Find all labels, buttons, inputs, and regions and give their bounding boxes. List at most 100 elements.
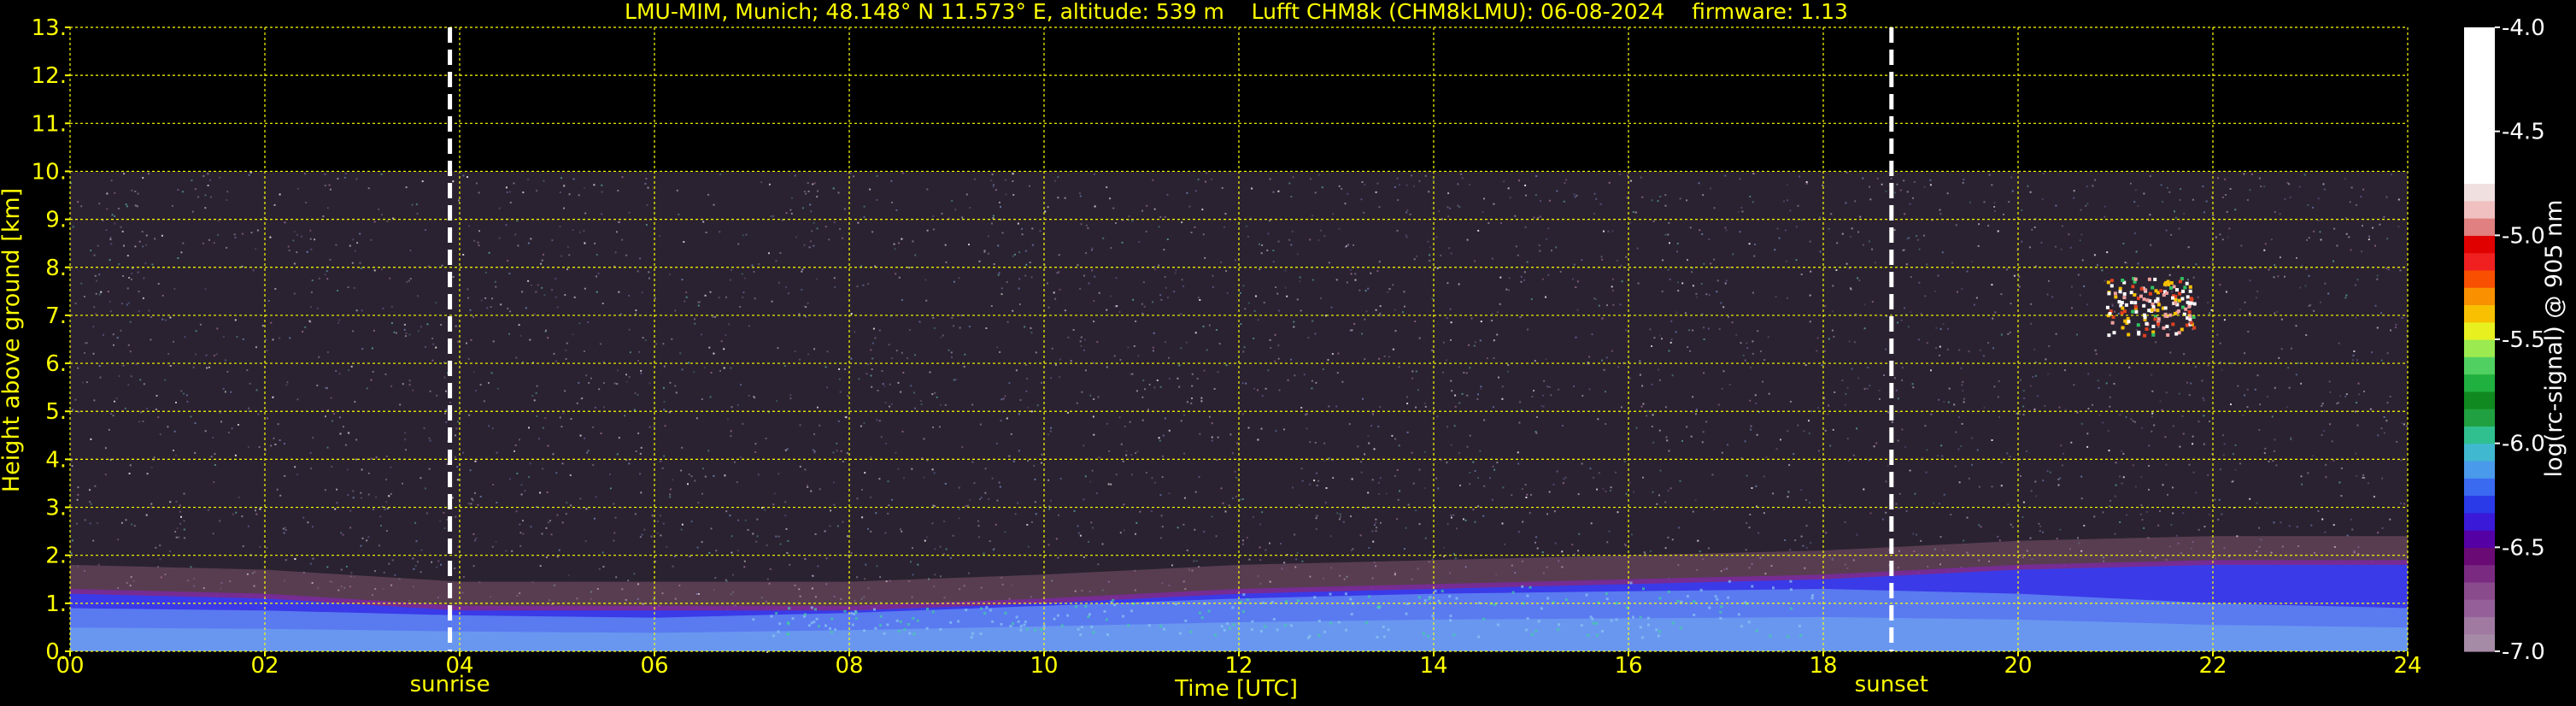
noise-speck bbox=[1863, 244, 1864, 246]
noise-speck bbox=[2344, 297, 2347, 299]
noise-speck bbox=[731, 268, 732, 271]
noise-speck bbox=[563, 185, 566, 187]
noise-speck bbox=[2295, 374, 2297, 376]
noise-speck bbox=[977, 536, 980, 538]
noise-speck bbox=[1523, 279, 1526, 281]
plume-speck bbox=[1667, 590, 1670, 593]
noise-speck bbox=[2172, 512, 2174, 515]
plume-speck bbox=[1657, 634, 1660, 638]
noise-speck bbox=[2274, 438, 2276, 441]
noise-speck bbox=[324, 489, 326, 491]
noise-speck bbox=[1229, 433, 1232, 436]
noise-speck bbox=[411, 203, 414, 206]
noise-speck bbox=[509, 202, 512, 203]
noise-speck bbox=[2381, 527, 2384, 529]
noise-speck bbox=[238, 424, 239, 426]
noise-speck bbox=[920, 403, 923, 405]
noise-speck bbox=[311, 279, 314, 282]
noise-speck bbox=[544, 417, 547, 420]
noise-speck bbox=[2061, 225, 2063, 227]
noise-speck bbox=[1375, 518, 1377, 521]
noise-speck bbox=[989, 540, 991, 543]
noise-speck bbox=[1317, 479, 1320, 482]
noise-speck bbox=[955, 379, 957, 381]
noise-speck bbox=[207, 509, 209, 511]
plume-speck bbox=[1034, 628, 1037, 632]
noise-speck bbox=[336, 488, 338, 491]
noise-speck bbox=[279, 494, 282, 497]
noise-speck bbox=[305, 202, 308, 203]
noise-speck bbox=[2244, 301, 2246, 303]
noise-speck bbox=[964, 353, 966, 356]
noise-speck bbox=[1336, 372, 1339, 374]
plume-speck bbox=[1272, 618, 1276, 621]
noise-speck bbox=[603, 406, 605, 409]
noise-speck bbox=[846, 452, 848, 455]
noise-speck bbox=[1332, 477, 1335, 479]
noise-speck bbox=[628, 328, 631, 331]
cloud-speck bbox=[2131, 285, 2135, 289]
noise-speck bbox=[367, 187, 370, 190]
noise-speck bbox=[2093, 515, 2096, 518]
noise-speck bbox=[1232, 497, 1234, 499]
noise-speck bbox=[2046, 293, 2049, 296]
noise-speck bbox=[1047, 479, 1050, 481]
noise-speck bbox=[663, 455, 666, 457]
noise-speck bbox=[2109, 374, 2111, 377]
noise-speck bbox=[775, 535, 777, 538]
noise-speck bbox=[592, 464, 595, 466]
noise-speck bbox=[1943, 493, 1945, 496]
noise-speck bbox=[89, 522, 91, 525]
noise-speck bbox=[145, 244, 148, 246]
noise-speck bbox=[1091, 469, 1094, 472]
noise-speck bbox=[745, 233, 748, 236]
noise-speck bbox=[522, 520, 524, 522]
noise-speck bbox=[495, 285, 497, 288]
noise-speck bbox=[1142, 281, 1145, 284]
noise-speck bbox=[727, 418, 729, 421]
noise-speck bbox=[808, 246, 811, 249]
noise-speck bbox=[500, 303, 502, 306]
noise-speck bbox=[1354, 273, 1357, 275]
noise-speck bbox=[2070, 441, 2073, 444]
noise-speck bbox=[1697, 539, 1699, 542]
noise-speck bbox=[934, 391, 936, 394]
noise-speck bbox=[1450, 338, 1452, 341]
noise-speck bbox=[971, 403, 974, 406]
plume-speck bbox=[1629, 581, 1633, 585]
noise-speck bbox=[725, 334, 727, 337]
noise-speck bbox=[514, 233, 517, 236]
noise-speck bbox=[1213, 388, 1216, 390]
noise-speck bbox=[1690, 435, 1693, 438]
noise-speck bbox=[2345, 232, 2348, 235]
y-axis-label: Height above ground [km] bbox=[0, 188, 25, 492]
noise-speck bbox=[157, 416, 160, 419]
noise-speck bbox=[361, 537, 364, 539]
noise-speck bbox=[1649, 328, 1652, 331]
noise-speck bbox=[1123, 529, 1125, 532]
noise-speck bbox=[415, 540, 418, 543]
noise-speck bbox=[1694, 499, 1697, 502]
noise-speck bbox=[1241, 382, 1244, 385]
noise-speck bbox=[1174, 272, 1177, 274]
noise-speck bbox=[1078, 192, 1081, 195]
noise-speck bbox=[1895, 503, 1898, 505]
noise-speck bbox=[1718, 328, 1721, 330]
noise-speck bbox=[2121, 482, 2123, 485]
noise-speck bbox=[1749, 196, 1752, 197]
noise-speck bbox=[1853, 341, 1856, 344]
noise-speck bbox=[720, 340, 723, 343]
noise-speck bbox=[694, 318, 696, 321]
noise-speck bbox=[520, 493, 523, 496]
noise-speck bbox=[1916, 533, 1917, 536]
noise-speck bbox=[2098, 414, 2101, 416]
noise-speck bbox=[326, 446, 329, 449]
noise-speck bbox=[1987, 225, 1990, 227]
noise-speck bbox=[373, 329, 375, 332]
noise-speck bbox=[1458, 402, 1461, 404]
noise-speck bbox=[1501, 522, 1504, 525]
noise-speck bbox=[1203, 531, 1206, 533]
noise-speck bbox=[1564, 476, 1567, 479]
noise-speck bbox=[533, 313, 536, 315]
noise-speck bbox=[174, 454, 177, 456]
